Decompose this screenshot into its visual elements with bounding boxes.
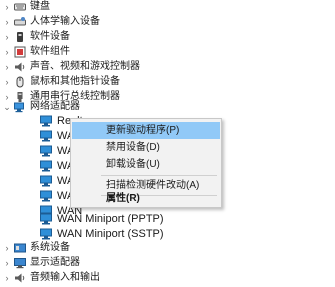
mouse-icon xyxy=(16,76,24,88)
adapter-label: WAN Miniport (PPTP) xyxy=(57,213,164,225)
keyboard-icon xyxy=(14,3,26,11)
software-device-icon xyxy=(17,32,23,42)
menu-item-disable-device[interactable]: 禁用设备(D) xyxy=(72,139,220,156)
tree-item-label: 人体学输入设备 xyxy=(30,16,100,27)
chevron-right-icon[interactable]: › xyxy=(3,75,11,89)
tree-item-label: 软件设备 xyxy=(30,31,70,42)
speaker-icon xyxy=(15,62,25,72)
chevron-right-icon[interactable]: › xyxy=(3,256,11,270)
chevron-down-icon[interactable]: ⌄ xyxy=(3,100,11,114)
chevron-right-icon[interactable]: › xyxy=(3,15,11,29)
chevron-right-icon[interactable]: › xyxy=(3,30,11,44)
tree-item-label: 显示适配器 xyxy=(30,257,80,268)
network-adapter-icon xyxy=(40,190,52,202)
display-adapter-icon xyxy=(14,258,26,269)
chevron-right-icon[interactable]: › xyxy=(3,60,11,74)
chevron-right-icon[interactable]: › xyxy=(3,271,11,285)
network-adapter-icon xyxy=(40,175,52,187)
network-adapter-icon xyxy=(14,102,24,113)
audio-io-icon xyxy=(15,273,25,283)
tree-item-label: 系统设备 xyxy=(30,242,70,253)
system-device-icon xyxy=(14,243,26,253)
tree-item-label: 声音、视频和游戏控制器 xyxy=(30,61,140,72)
menu-separator xyxy=(101,175,217,176)
network-adapter-icon xyxy=(40,160,52,172)
menu-item-uninstall-device[interactable]: 卸载设备(U) xyxy=(72,156,220,173)
context-menu: 更新驱动程序(P) 禁用设备(D) 卸载设备(U) 扫描检测硬件改动(A) 属性… xyxy=(70,118,222,208)
menu-item-properties[interactable]: 属性(R) xyxy=(72,192,220,206)
tree-item-label: 键盘 xyxy=(30,1,50,12)
menu-item-label: 更新驱动程序(P) xyxy=(106,125,180,136)
tree-item-label: 软件组件 xyxy=(30,46,70,57)
tree-item-label: 音频输入和输出 xyxy=(30,272,100,283)
network-adapter-icon xyxy=(40,145,52,157)
chevron-right-icon[interactable]: › xyxy=(3,45,11,59)
tree-item-label: 网络适配器 xyxy=(30,101,80,112)
network-adapter-icon xyxy=(40,228,52,240)
hid-icon xyxy=(14,17,26,26)
chevron-right-icon[interactable]: › xyxy=(3,0,11,14)
network-adapter-icon xyxy=(40,213,52,225)
menu-item-update-driver[interactable]: 更新驱动程序(P) xyxy=(72,122,220,139)
tree-item-label: 鼠标和其他指针设备 xyxy=(30,76,120,87)
chevron-right-icon[interactable]: › xyxy=(3,241,11,255)
adapter-label: WAN Miniport (SSTP) xyxy=(57,228,164,240)
menu-item-label: 禁用设备(D) xyxy=(106,142,160,153)
network-adapter-icon xyxy=(40,115,52,127)
network-adapter-icon xyxy=(40,130,52,142)
menu-item-label: 属性(R) xyxy=(106,193,140,204)
software-component-icon xyxy=(14,46,26,58)
menu-item-label: 卸载设备(U) xyxy=(106,159,160,170)
